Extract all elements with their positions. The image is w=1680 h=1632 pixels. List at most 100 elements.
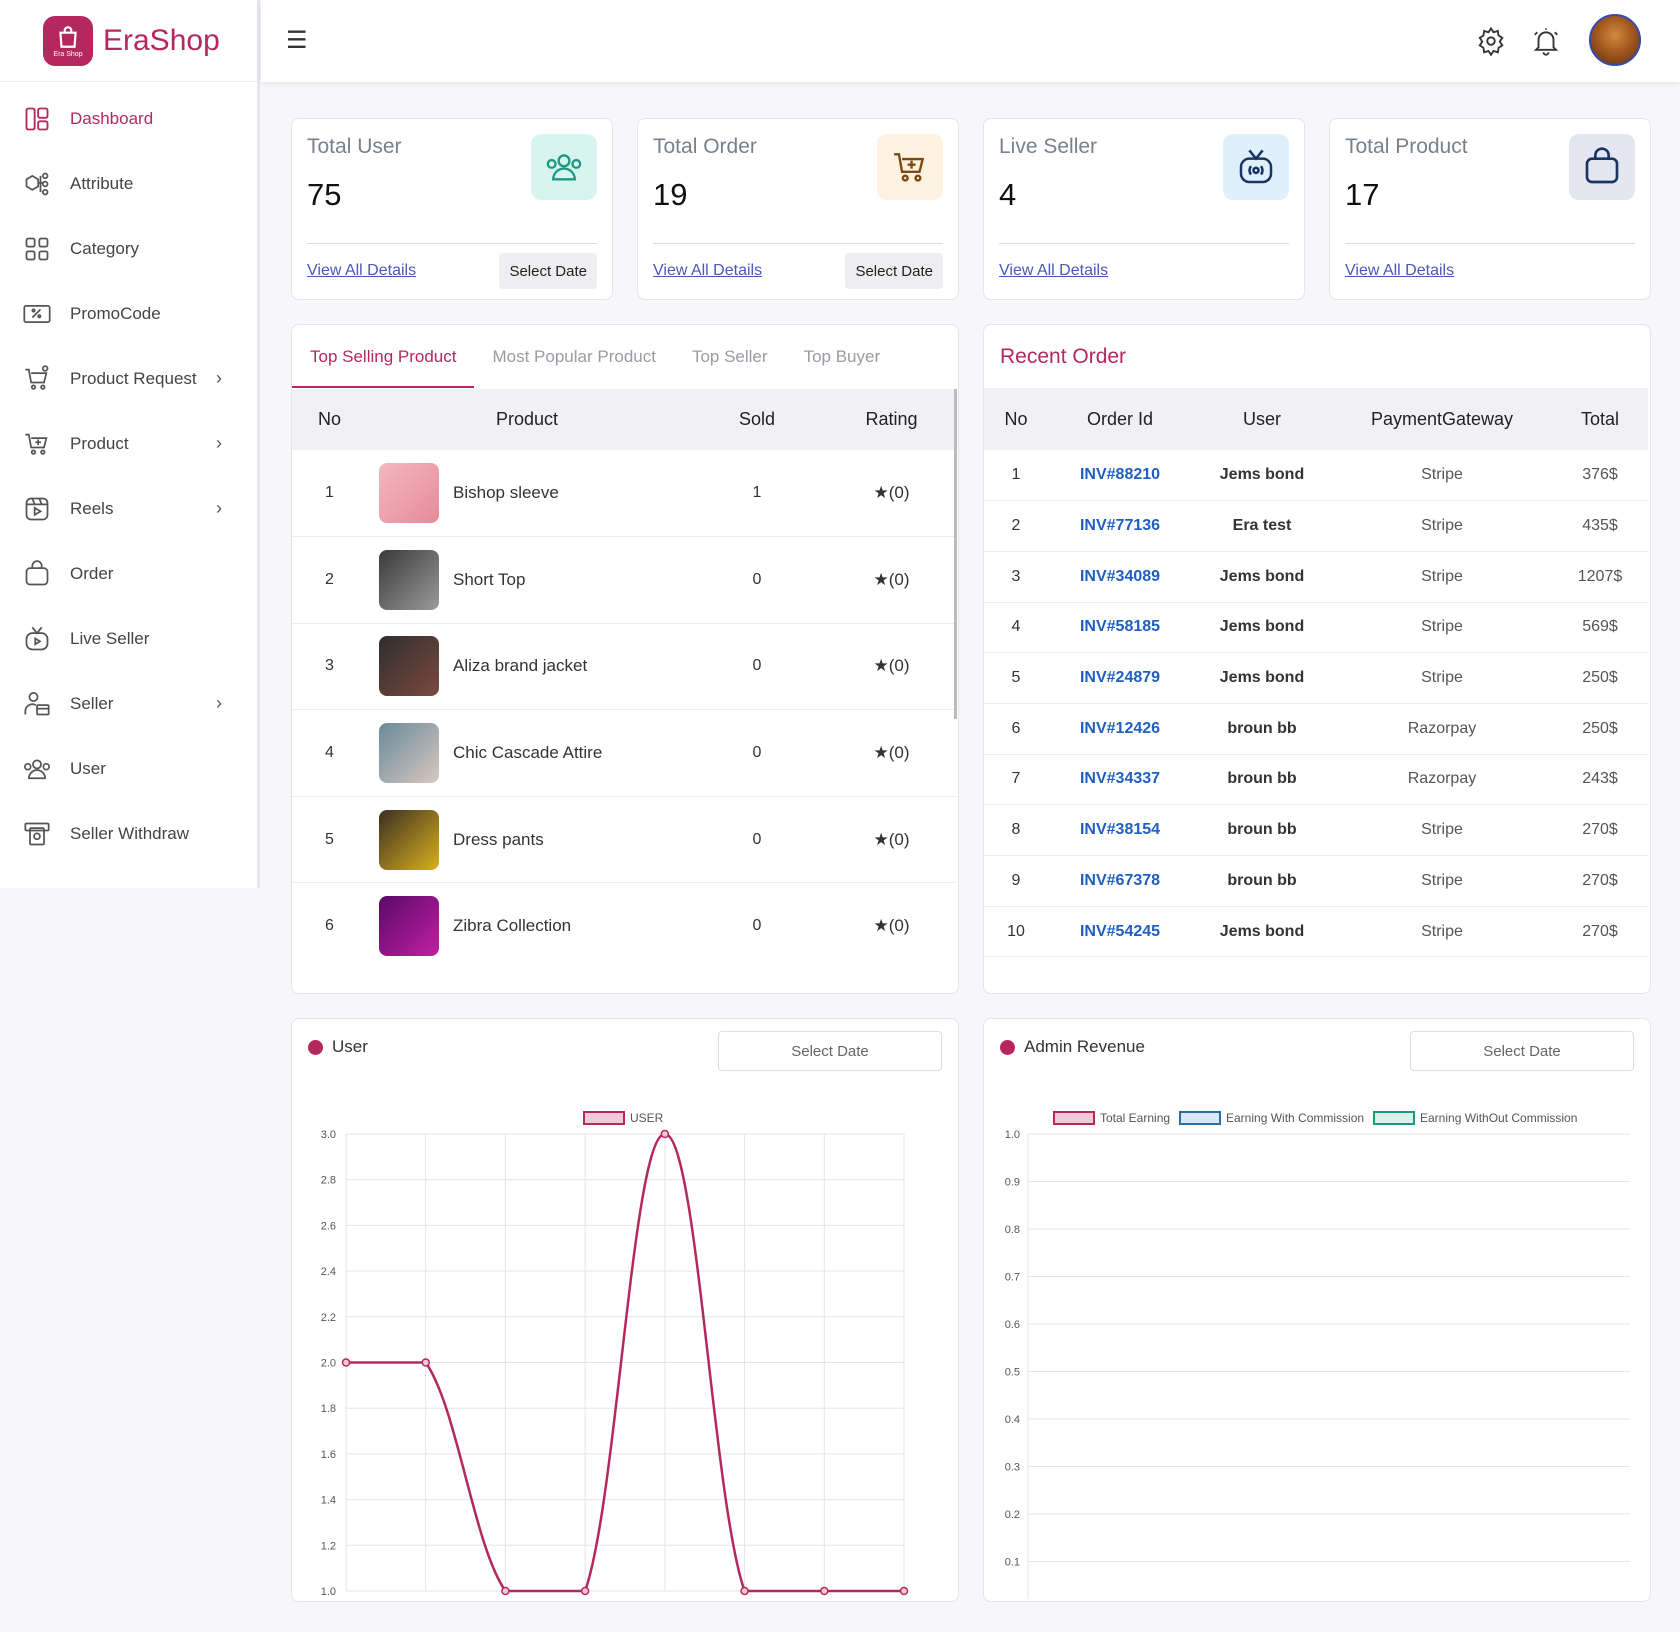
view-all-details-link[interactable]: View All Details [999, 262, 1108, 280]
avatar[interactable] [1589, 14, 1641, 66]
top-products-panel: Top Selling Product Most Popular Product… [291, 324, 959, 994]
notification-bell-icon[interactable] [1531, 26, 1561, 61]
hamburger-menu-icon[interactable]: ☰ [286, 26, 308, 55]
legend-swatch [583, 1111, 625, 1125]
y-tick-label: 1.2 [321, 1540, 336, 1552]
column-header: No [292, 389, 367, 450]
order-user: broun bb [1192, 703, 1332, 755]
order-id-link[interactable]: INV#77136 [1048, 500, 1192, 552]
view-all-details-link[interactable]: View All Details [307, 262, 416, 280]
order-user: Jems bond [1192, 906, 1332, 958]
order-total: 435$ [1552, 500, 1648, 552]
y-tick-label: 2.6 [321, 1220, 336, 1232]
order-id-link[interactable]: INV#67378 [1048, 855, 1192, 907]
y-tick-label: 0.4 [1005, 1414, 1020, 1426]
table-row[interactable]: 6 INV#12426 broun bb Razorpay 250$ [984, 703, 1648, 755]
sidebar-item-dashboard[interactable]: Dashboard [0, 86, 257, 151]
sidebar-item-user[interactable]: User [0, 736, 257, 801]
rating: ★(0) [827, 882, 956, 967]
order-id-link[interactable]: INV#38154 [1048, 804, 1192, 856]
sidebar-item-seller-withdraw[interactable]: Seller Withdraw [0, 801, 257, 866]
table-row[interactable]: 10 INV#54245 Jems bond Stripe 270$ [984, 906, 1648, 958]
scrollbar[interactable] [954, 389, 957, 719]
settings-gear-icon[interactable] [1476, 26, 1506, 61]
stat-title: Live Seller [999, 135, 1098, 158]
table-row[interactable]: 2 INV#77136 Era test Stripe 435$ [984, 500, 1648, 552]
table-row[interactable]: 8 INV#38154 broun bb Stripe 270$ [984, 804, 1648, 856]
product-tabs: Top Selling Product Most Popular Product… [292, 325, 898, 388]
select-date-button[interactable]: Select Date [845, 253, 943, 289]
tab-top-buyer[interactable]: Top Buyer [786, 325, 899, 388]
sidebar-item-label: Category [70, 238, 139, 258]
sidebar-item-label: Product Request [70, 368, 197, 388]
view-all-details-link[interactable]: View All Details [653, 262, 762, 280]
payment-gateway: Stripe [1332, 500, 1552, 552]
data-point [341, 1358, 351, 1367]
view-all-details-link[interactable]: View All Details [1345, 262, 1454, 280]
payment-gateway: Stripe [1332, 804, 1552, 856]
revenue-line-chart: Total Earning Earning With Commission Earn… [1005, 1111, 1630, 1599]
dashboard-icon [22, 104, 52, 134]
y-tick-label: 0.2 [1005, 1509, 1020, 1521]
logo[interactable]: Era Shop EraShop [0, 0, 257, 82]
row-no: 1 [292, 450, 367, 538]
chevron-right-icon: › [216, 433, 222, 453]
order-id-link[interactable]: INV#58185 [1048, 602, 1192, 654]
row-no: 1 [984, 450, 1048, 502]
table-row[interactable]: 3 Aliza brand jacket 0 ★(0) [292, 623, 956, 711]
product-name: Dress pants [453, 829, 544, 849]
table-row[interactable]: 4 Chic Cascade Attire 0 ★(0) [292, 709, 956, 797]
product-cell: Zibra Collection [367, 882, 687, 967]
table-row[interactable]: 2 Short Top 0 ★(0) [292, 536, 956, 624]
order-id-link[interactable]: INV#24879 [1048, 652, 1192, 704]
table-row[interactable]: 9 INV#67378 broun bb Stripe 270$ [984, 855, 1648, 907]
sidebar-item-attribute[interactable]: Attribute [0, 151, 257, 216]
table-row[interactable]: 1 Bishop sleeve 1 ★(0) [292, 450, 956, 538]
stat-value: 19 [653, 177, 688, 212]
promocode-icon [22, 299, 52, 329]
sidebar-item-promocode[interactable]: PromoCode [0, 281, 257, 346]
table-row[interactable]: 3 INV#34089 Jems bond Stripe 1207$ [984, 551, 1648, 603]
category-icon [22, 234, 52, 264]
attribute-icon [22, 169, 52, 199]
stat-value: 17 [1345, 177, 1380, 212]
sidebar-item-seller[interactable]: Seller › [0, 671, 257, 736]
reels-icon [22, 494, 52, 524]
seller-icon [22, 689, 52, 719]
tab-most-popular-product[interactable]: Most Popular Product [474, 325, 673, 388]
table-row[interactable]: 7 INV#34337 broun bb Razorpay 243$ [984, 754, 1648, 806]
sold-count: 0 [687, 536, 827, 624]
select-date-button[interactable]: Select Date [718, 1031, 942, 1071]
order-id-link[interactable]: INV#88210 [1048, 450, 1192, 502]
order-id-link[interactable]: INV#34089 [1048, 551, 1192, 603]
y-tick-label: 2.0 [321, 1358, 336, 1370]
order-user: broun bb [1192, 855, 1332, 907]
sidebar-item-product[interactable]: Product › [0, 411, 257, 476]
table-row[interactable]: 1 INV#88210 Jems bond Stripe 376$ [984, 450, 1648, 502]
topbar: ☰ [261, 0, 1680, 82]
tab-top-seller[interactable]: Top Seller [674, 325, 786, 388]
sidebar-item-order[interactable]: Order [0, 541, 257, 606]
tab-top-selling-product[interactable]: Top Selling Product [292, 325, 475, 388]
table-row[interactable]: 4 INV#58185 Jems bond Stripe 569$ [984, 602, 1648, 654]
sidebar-item-live-seller[interactable]: Live Seller [0, 606, 257, 671]
table-row[interactable]: 5 INV#24879 Jems bond Stripe 250$ [984, 652, 1648, 704]
sidebar-item-product-request[interactable]: Product Request › [0, 346, 257, 411]
select-date-button[interactable]: Select Date [499, 253, 597, 289]
product-table-scroll[interactable]: No Product Sold Rating 1 Bishop sleeve 1 ★(… [292, 389, 956, 967]
order-id-link[interactable]: INV#12426 [1048, 703, 1192, 755]
order-id-link[interactable]: INV#54245 [1048, 906, 1192, 958]
recent-order-panel: Recent Order No Order Id User PaymentGat… [983, 324, 1651, 994]
order-id-link[interactable]: INV#34337 [1048, 754, 1192, 806]
y-tick-label: 0.5 [1005, 1367, 1020, 1379]
column-header: PaymentGateway [1332, 388, 1552, 450]
row-no: 6 [984, 703, 1048, 755]
table-row[interactable]: 5 Dress pants 0 ★(0) [292, 796, 956, 884]
sidebar-item-category[interactable]: Category [0, 216, 257, 281]
sidebar-item-reels[interactable]: Reels › [0, 476, 257, 541]
table-row[interactable]: 6 Zibra Collection 0 ★(0) [292, 882, 956, 967]
select-date-button[interactable]: Select Date [1410, 1031, 1634, 1071]
bag-icon [22, 559, 52, 589]
y-tick-label: 2.8 [321, 1175, 336, 1187]
order-table-scroll[interactable]: No Order Id User PaymentGateway Total 1I… [984, 388, 1648, 966]
